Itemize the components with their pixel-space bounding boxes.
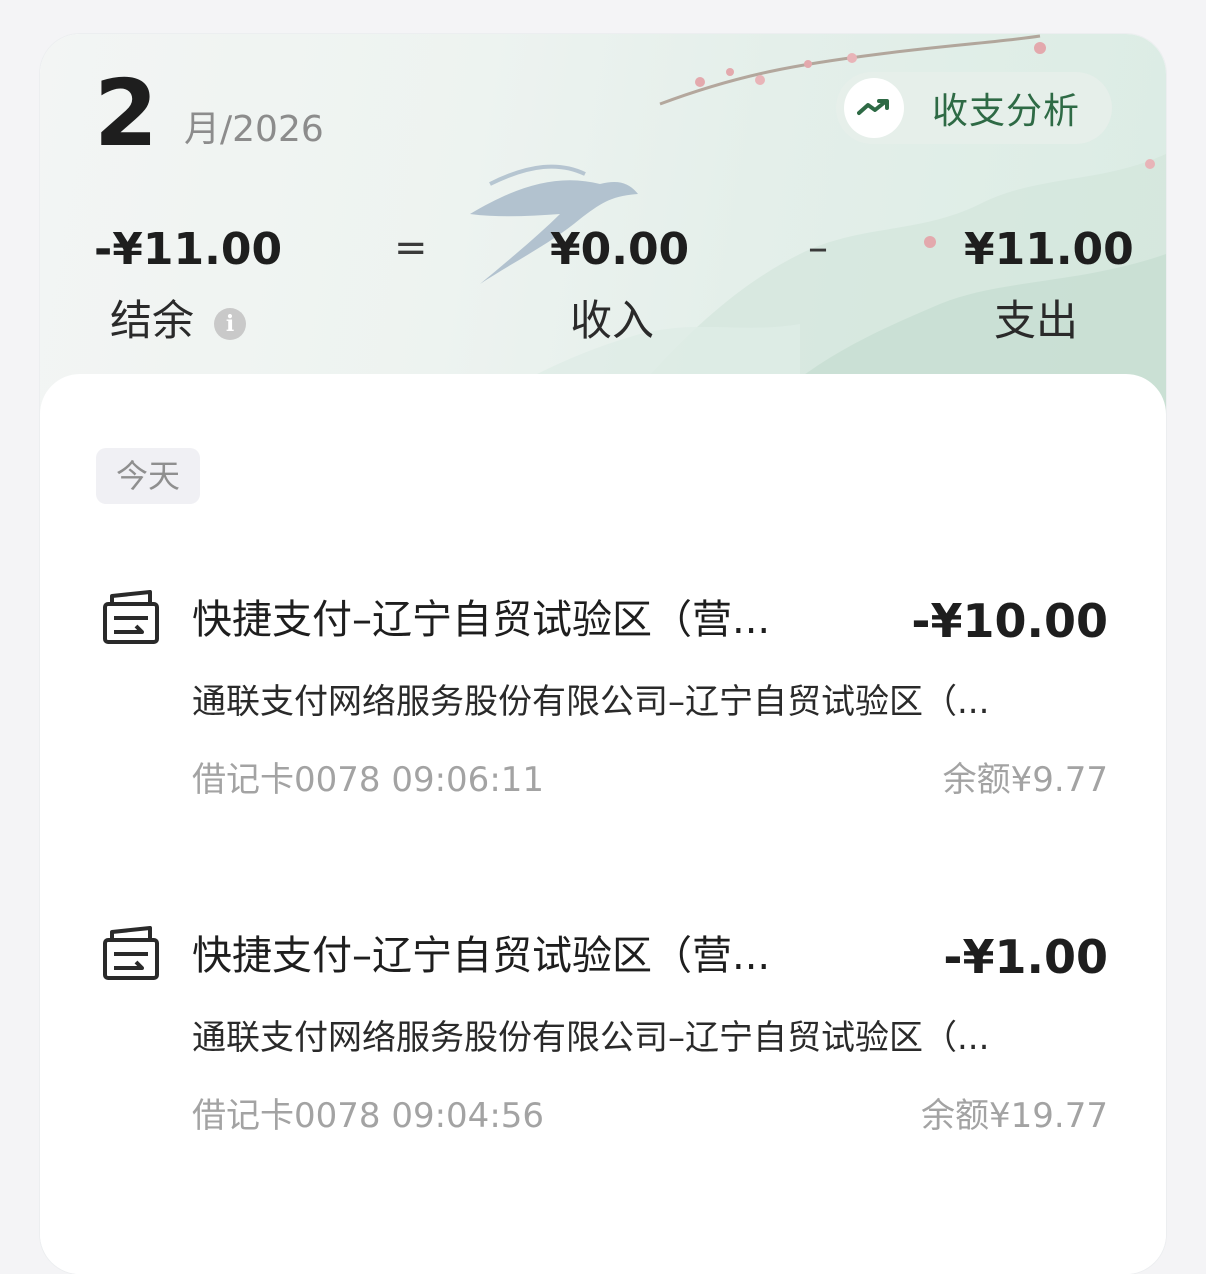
transaction-card-time: 借记卡0078 09:06:11 [192, 760, 545, 800]
transaction-row[interactable]: 快捷支付–辽宁自贸试验区（营... -¥10.00 通联支付网络服务股份有限公司… [40, 584, 1166, 844]
income-value: ¥0.00 [550, 224, 690, 275]
day-group-label: 今天 [96, 448, 200, 504]
transaction-list-panel: 今天 快捷支付–辽宁自贸试验区（营... -¥10.00 通联支付网络服务股份有… [40, 374, 1166, 1274]
expense-value: ¥11.00 [964, 224, 1134, 275]
analysis-icon-circle [844, 78, 904, 138]
transaction-title: 快捷支付–辽宁自贸试验区（营... [192, 933, 771, 979]
month-number: 2 [94, 60, 158, 167]
monthly-summary-card: 2 月/2026 收支分析 -¥11.00 = ¥0.00 – ¥11.00 结… [40, 34, 1166, 1274]
transaction-amount: -¥1.00 [943, 930, 1108, 984]
transaction-balance: 余额¥9.77 [942, 760, 1108, 800]
analysis-button-label: 收支分析 [932, 91, 1081, 132]
transaction-amount: -¥10.00 [911, 594, 1108, 648]
income-label: 收入 [570, 296, 655, 345]
trend-up-icon [857, 99, 889, 115]
receipt-icon [103, 926, 159, 980]
transaction-merchant: 通联支付网络服务股份有限公司–辽宁自贸试验区（... [192, 682, 990, 722]
income-expense-analysis-button[interactable]: 收支分析 [836, 72, 1112, 144]
expense-label: 支出 [994, 296, 1079, 345]
balance-value: -¥11.00 [94, 224, 283, 275]
transaction-balance: 余额¥19.77 [921, 1096, 1108, 1136]
transaction-title: 快捷支付–辽宁自贸试验区（营... [192, 597, 771, 643]
receipt-icon [103, 590, 159, 644]
info-icon[interactable]: i [214, 308, 246, 340]
transaction-merchant: 通联支付网络服务股份有限公司–辽宁自贸试验区（... [192, 1018, 990, 1058]
equals-sign: = [394, 225, 428, 271]
transaction-card-time: 借记卡0078 09:04:56 [192, 1096, 545, 1136]
balance-label: 结余 [110, 296, 195, 345]
minus-sign: – [808, 225, 828, 271]
transaction-row[interactable]: 快捷支付–辽宁自贸试验区（营... -¥1.00 通联支付网络服务股份有限公司–… [40, 920, 1166, 1180]
month-year-label: 月/2026 [184, 109, 324, 150]
